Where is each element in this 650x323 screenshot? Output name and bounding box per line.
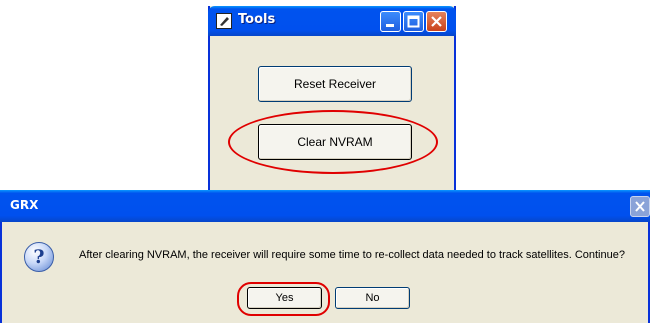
grx-dialog: GRX ? After clearing NVRAM, the receiver… [0, 190, 650, 323]
reset-receiver-button[interactable]: Reset Receiver [258, 66, 412, 102]
minimize-button[interactable] [380, 11, 401, 32]
tools-window-title: Tools [238, 12, 276, 27]
yes-button[interactable]: Yes [247, 287, 322, 309]
question-icon: ? [24, 242, 54, 272]
grx-message: After clearing NVRAM, the receiver will … [79, 249, 625, 261]
close-button[interactable] [426, 11, 447, 32]
grx-dialog-title: GRX [10, 198, 39, 212]
edit-icon [216, 13, 232, 29]
maximize-button[interactable] [403, 11, 424, 32]
grx-close-button[interactable] [630, 196, 650, 217]
tools-title-bar[interactable]: Tools [208, 6, 456, 36]
tools-window: Tools Reset Receiver Clear NVRAM [208, 6, 456, 196]
grx-title-bar[interactable]: GRX [0, 190, 650, 222]
clear-nvram-button[interactable]: Clear NVRAM [258, 124, 412, 160]
no-button[interactable]: No [335, 287, 410, 309]
